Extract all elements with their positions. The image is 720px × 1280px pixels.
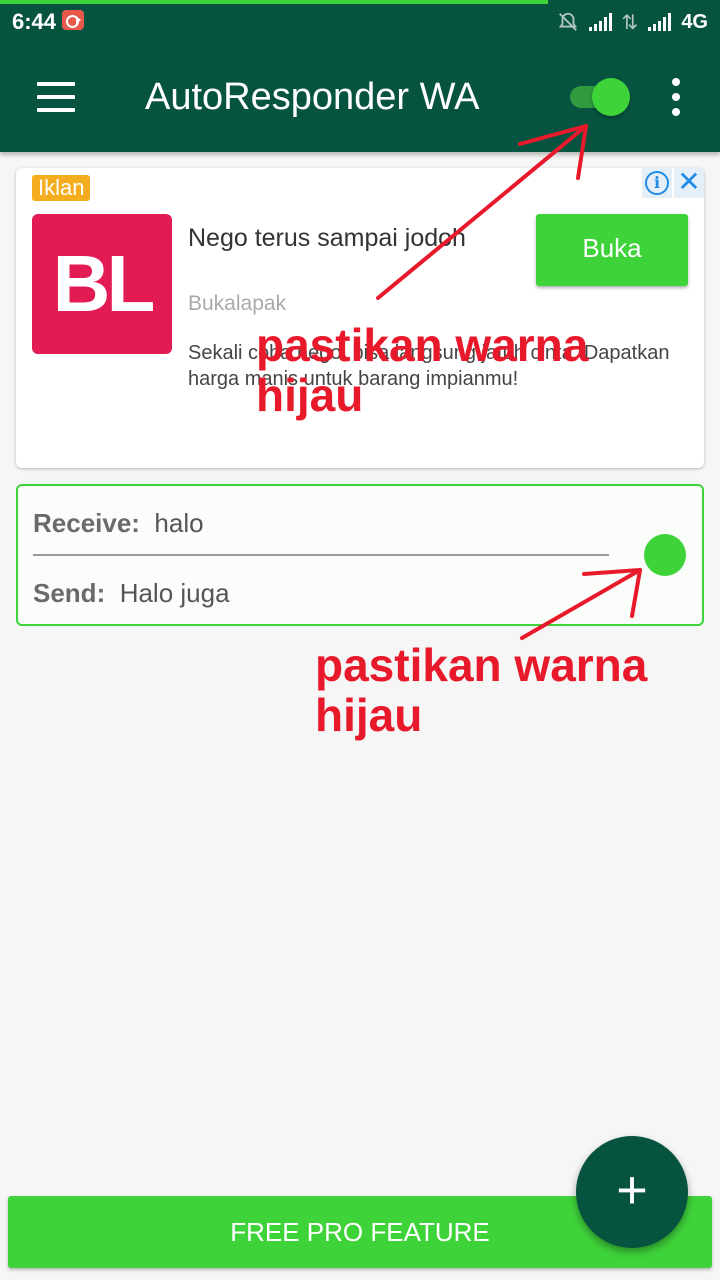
signal-icon xyxy=(588,13,612,31)
receive-value: halo xyxy=(154,508,204,538)
toggle-thumb xyxy=(592,78,630,116)
ad-card[interactable]: Iklan i ✕ BL Nego terus sampai jodoh Buk… xyxy=(16,168,704,468)
annotation-text: pastikan warna hijau xyxy=(256,319,589,421)
data-transfer-icon: ⇅ xyxy=(621,11,639,34)
network-type: 4G xyxy=(681,10,708,33)
receive-label: Receive: xyxy=(33,508,140,538)
status-icons: ⇅ 4G xyxy=(557,9,708,35)
more-options-icon[interactable] xyxy=(664,78,688,118)
loading-progress-line xyxy=(0,0,548,4)
rule-receive-row: Receive: halo xyxy=(33,508,204,539)
app-bar: AutoResponder WA xyxy=(0,44,720,152)
ad-badge: Iklan xyxy=(32,175,91,201)
rule-divider xyxy=(33,554,609,556)
send-label: Send: xyxy=(33,578,106,608)
annotation-text: pastikan warna hijau xyxy=(315,639,648,741)
signal-icon xyxy=(648,13,672,31)
ad-advertiser-name: Bukalapak xyxy=(188,292,287,315)
rule-card[interactable]: Receive: halo Send: Halo juga xyxy=(16,484,704,626)
send-value: Halo juga xyxy=(119,578,230,608)
ad-open-button[interactable]: Buka xyxy=(536,214,688,286)
rule-send-row: Send: Halo juga xyxy=(33,578,230,609)
app-title: AutoResponder WA xyxy=(145,76,480,118)
ad-close-icon[interactable]: ✕ xyxy=(674,168,704,198)
advertiser-logo: BL xyxy=(32,214,172,354)
screen-record-icon xyxy=(62,10,84,30)
info-icon: i xyxy=(645,171,669,195)
notifications-off-icon xyxy=(558,12,577,31)
status-bar: 6:44 ⇅ 4G xyxy=(0,0,720,44)
menu-icon[interactable] xyxy=(37,82,75,112)
add-rule-button[interactable]: + xyxy=(576,1136,688,1248)
rule-active-indicator[interactable] xyxy=(644,534,686,576)
ad-info-button[interactable]: i xyxy=(642,168,672,198)
autoresponder-toggle[interactable] xyxy=(568,76,634,116)
ad-headline: Nego terus sampai jodoh xyxy=(188,224,466,252)
status-time: 6:44 xyxy=(12,9,57,34)
